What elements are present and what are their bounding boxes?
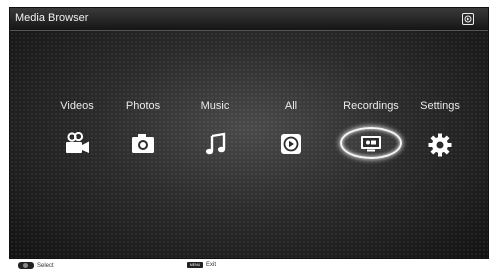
video-camera-icon — [63, 131, 91, 159]
menu-item-music[interactable]: Music — [180, 100, 250, 155]
menu-item-label: All — [284, 100, 298, 112]
menu-item-label: Videos — [60, 100, 94, 112]
select-hint-label: Select — [37, 262, 54, 269]
music-note-icon — [204, 132, 226, 161]
menu-item-photos[interactable]: Photos — [108, 100, 178, 153]
ok-button-icon — [18, 262, 34, 269]
source-icon[interactable] — [462, 13, 474, 25]
media-type-menu: Videos Photos Music All Recordings Setti… — [10, 100, 490, 170]
camera-icon — [130, 132, 156, 159]
menu-item-all[interactable]: All — [256, 100, 326, 154]
exit-hint-label: Exit — [206, 262, 217, 268]
menu-item-label: Recordings — [343, 100, 399, 112]
media-browser-screen: Media Browser Videos Photos Music All Re… — [9, 7, 489, 259]
page-title: Media Browser — [15, 12, 89, 24]
play-all-icon — [279, 132, 303, 161]
button-hints-bar: Select MENU Exit — [9, 261, 489, 273]
title-bar: Media Browser — [10, 8, 488, 31]
menu-item-settings[interactable]: Settings — [405, 100, 475, 157]
exit-hint: MENU Exit — [187, 262, 216, 268]
recordings-icon — [358, 132, 384, 159]
menu-item-recordings[interactable]: Recordings — [336, 100, 406, 159]
menu-item-label: Photos — [125, 100, 161, 112]
menu-item-videos[interactable]: Videos — [42, 100, 112, 153]
gear-icon — [427, 132, 453, 163]
select-hint: Select — [18, 262, 54, 269]
menu-item-label: Music — [200, 100, 230, 112]
menu-button-icon: MENU — [187, 262, 203, 268]
menu-item-label: Settings — [420, 100, 460, 112]
